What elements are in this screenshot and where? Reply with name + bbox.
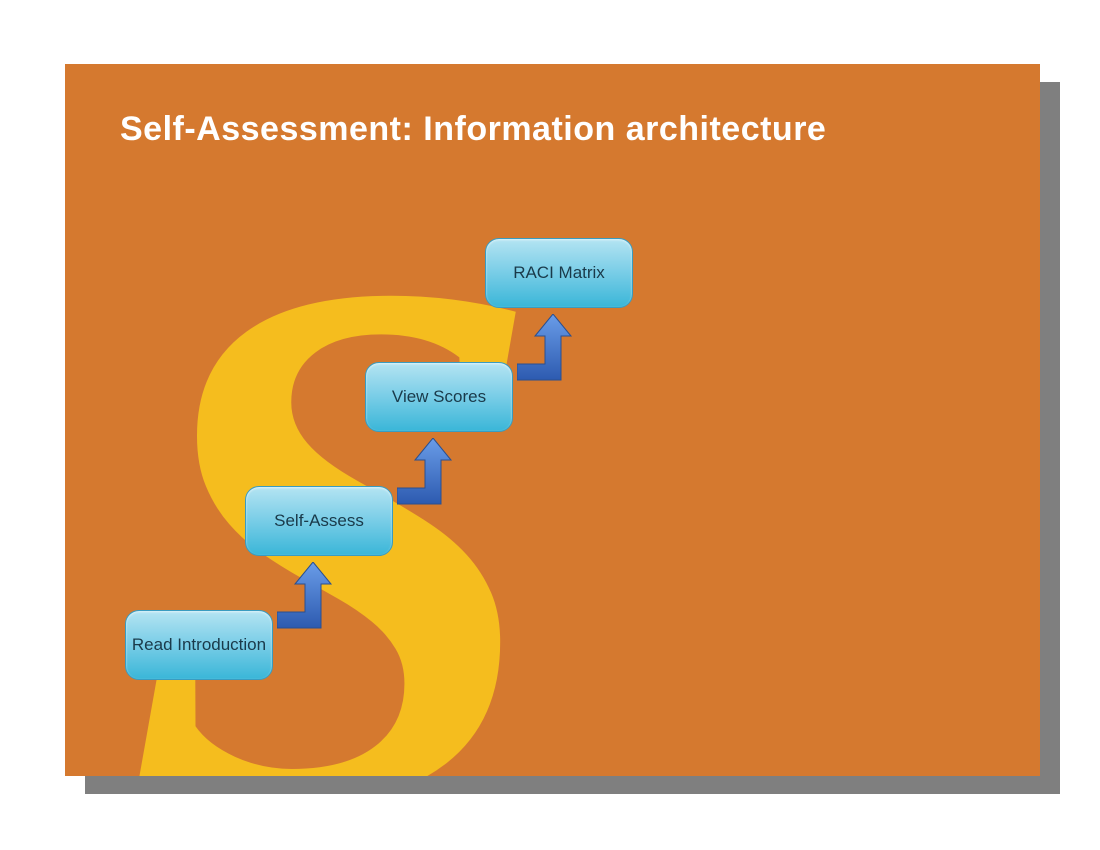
arrow-icon xyxy=(397,438,457,510)
step-label: Read Introduction xyxy=(132,635,266,655)
step-box-read-introduction[interactable]: Read Introduction xyxy=(125,610,273,680)
step-label: View Scores xyxy=(392,387,486,407)
step-box-view-scores[interactable]: View Scores xyxy=(365,362,513,432)
arrow-icon xyxy=(277,562,337,634)
arrow-icon xyxy=(517,314,577,386)
step-box-self-assess[interactable]: Self-Assess xyxy=(245,486,393,556)
slide-container: S Self-Assessment: Information architect… xyxy=(65,64,1040,776)
step-label: RACI Matrix xyxy=(513,263,605,283)
step-box-raci-matrix[interactable]: RACI Matrix xyxy=(485,238,633,308)
slide-title: Self-Assessment: Information architectur… xyxy=(120,110,826,149)
step-label: Self-Assess xyxy=(274,511,364,531)
